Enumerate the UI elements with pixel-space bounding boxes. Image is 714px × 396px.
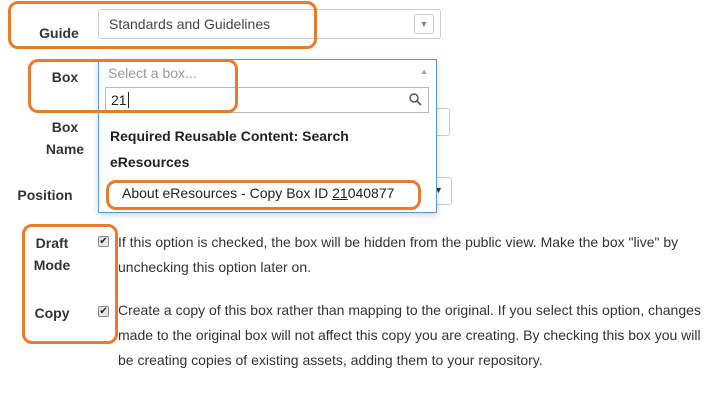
box-name-label-line1: Box	[51, 119, 79, 135]
chevron-up-icon[interactable]: ▲	[420, 67, 428, 76]
draft-mode-description: If this option is checked, the box will …	[118, 234, 679, 275]
option-highlight-outline	[106, 180, 421, 210]
checkbox-fields-highlight-outline	[22, 224, 118, 344]
guide-highlight-outline	[8, 1, 317, 49]
box-option-group-line2: eResources	[110, 154, 190, 170]
box-name-label: Box Name	[28, 116, 102, 160]
copy-description: Create a copy of this box rather than ma…	[118, 302, 701, 368]
box-name-label-line2: Name	[45, 141, 85, 157]
search-icon	[409, 93, 422, 106]
position-label: Position	[17, 187, 73, 203]
box-highlight-outline	[28, 59, 238, 113]
box-option-group-label: Required Reusable Content: Search eResou…	[110, 123, 349, 175]
box-option-group-line1: Required Reusable Content: Search	[110, 128, 349, 144]
chevron-down-icon[interactable]: ▼	[414, 14, 434, 34]
